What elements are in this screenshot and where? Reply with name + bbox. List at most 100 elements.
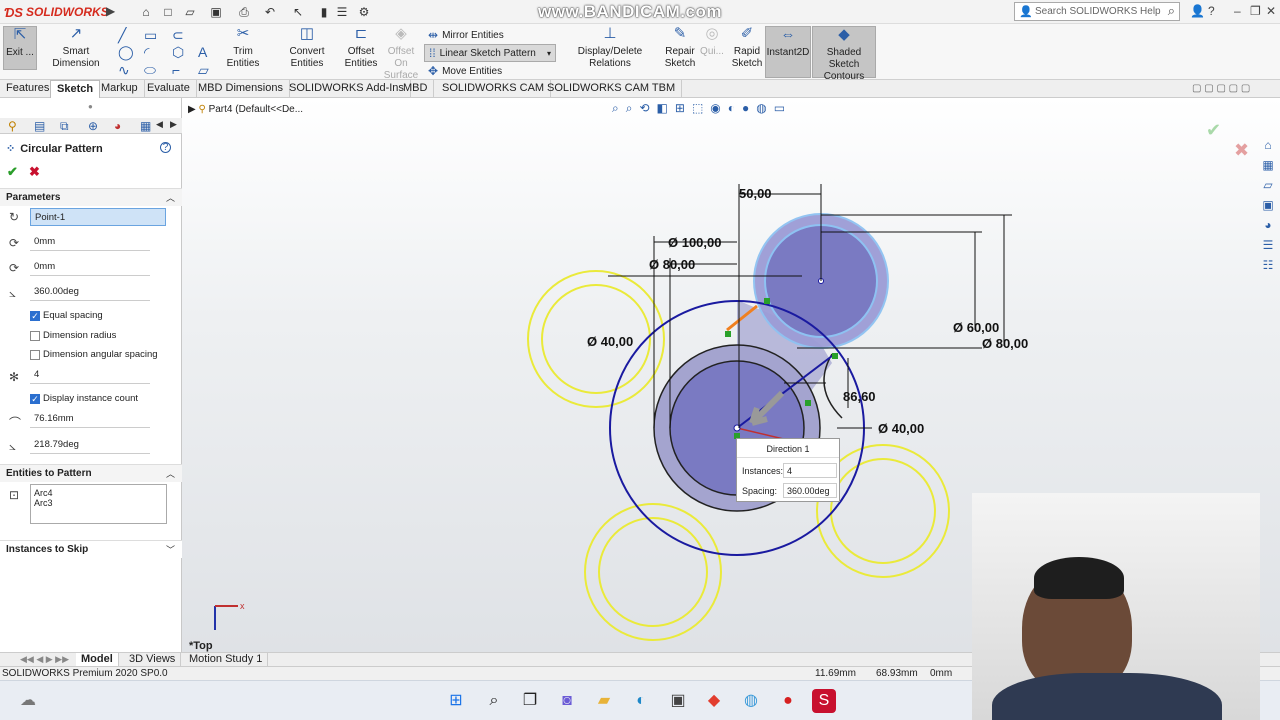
chrome-icon[interactable]: ◍ [739,689,763,713]
entities-to-pattern-section[interactable]: Entities to Pattern ︿ [0,464,182,482]
bandicam-icon[interactable]: ● [776,689,800,713]
ok-button[interactable]: ✔ [7,164,18,180]
mirror-entities-button[interactable]: ⇹ Mirror Entities [428,28,504,42]
instant2d-button[interactable]: ⇔ Instant2D [765,26,811,78]
solidworks-taskbar-icon[interactable]: S [812,689,836,713]
tab-solidworks-add-ins[interactable]: SOLIDWORKS Add-Ins [283,80,411,98]
instances-field[interactable]: 4 [30,366,150,384]
user-account-icon[interactable]: 👤 [1190,4,1205,18]
relation-marker[interactable] [805,400,811,406]
pattern-dropdown-icon[interactable]: ▾ [547,49,551,58]
feature-manager-icon[interactable]: ⚲ [8,119,17,133]
dimension-dia-40[interactable]: Ø 40,00 [587,334,633,349]
tab-model[interactable]: Model [76,653,119,667]
dimension-dia-100[interactable]: Ø 100,00 [668,235,722,250]
list-item[interactable]: Arc4 [34,488,163,498]
trim-entities-button[interactable]: ✂ Trim Entities [216,26,270,70]
panel-controls-icon[interactable]: ▢ ▢ ▢ ▢ ▢ [1192,83,1250,94]
entities-list[interactable]: Arc4 Arc3 [30,484,167,524]
home-icon[interactable]: ⌂ [138,4,154,20]
relation-marker[interactable] [832,353,838,359]
angle-field[interactable]: 360.00deg [30,283,150,301]
task-view-icon[interactable]: ❐ [518,689,542,713]
tab-markup[interactable]: Markup [95,80,145,98]
relation-marker[interactable] [764,298,770,304]
display-manager-icon[interactable]: ◕ [114,119,121,133]
dimension-dia-80[interactable]: Ø 80,00 [649,257,695,272]
tab-features[interactable]: Features [0,80,57,98]
collapse-icon[interactable]: ︿ [166,467,175,480]
expand-menu-icon[interactable]: ▶ [106,4,115,18]
line-icon[interactable]: ╱ [118,27,126,44]
spacing-popup-field[interactable]: 360.00deg [783,483,837,498]
rectangle-icon[interactable]: ▭ [144,27,157,44]
arc-angle-field[interactable]: 218.79deg [30,436,150,454]
offset-entities-button[interactable]: ⊏ Offset Entities [344,26,378,70]
center-point-field[interactable]: Point-1 [30,208,166,226]
rebuild-icon[interactable]: ▮ [316,4,332,20]
solidworks-logo[interactable]: ƊS SOLIDWORKS [4,3,109,21]
select-icon[interactable]: ↖ [290,4,306,20]
file-explorer-taskbar-icon[interactable]: ▰ [592,689,616,713]
dimension-angular-checkbox[interactable]: Dimension angular spacing [30,349,158,360]
print-icon[interactable]: ⎙ [236,4,252,20]
save-icon[interactable]: ▣ [208,4,224,20]
tab-scroll-icon[interactable]: ◀◀ ◀ ▶ ▶▶ [20,654,69,665]
property-manager-icon[interactable]: ▤ [34,119,45,133]
tab-sketch[interactable]: Sketch [50,80,101,98]
dimension-radius-checkbox[interactable]: Dimension radius [30,330,116,341]
scroll-left-icon[interactable]: ◀ [156,119,163,130]
offset-on-surface-button[interactable]: ◈ Offset On Surface [380,26,422,82]
quick-snaps-button[interactable]: ◎ Qui... [700,26,724,58]
panel-grip-icon[interactable]: ● [88,102,93,111]
close-icon[interactable]: ✕ [1266,4,1276,18]
tab-mbd-dimensions[interactable]: MBD Dimensions [192,80,290,98]
arc-icon[interactable]: ◜ [144,44,149,61]
radius-field[interactable]: 76.16mm [30,410,150,428]
tab-solidworks-cam[interactable]: SOLIDWORKS CAM [436,80,552,98]
expand-icon[interactable]: ﹀ [166,543,175,556]
cancel-button[interactable]: ✖ [29,164,40,180]
display-delete-relations-button[interactable]: ⊥ Display/Delete Relations [560,26,660,70]
options-gear-icon[interactable]: ⚙ [356,4,372,20]
scroll-right-icon[interactable]: ▶ [170,119,177,130]
edge-icon[interactable]: ◐ [629,689,653,713]
x-center-field[interactable]: 0mm [30,233,150,251]
collapse-icon[interactable]: ︿ [166,191,175,204]
fillet-icon[interactable]: ⌐ [172,62,180,78]
tab-evaluate[interactable]: Evaluate [141,80,197,98]
repair-sketch-button[interactable]: ✎ Repair Sketch [662,26,698,70]
relation-marker[interactable] [725,331,731,337]
search-input[interactable]: 👤 Search SOLIDWORKS Help ⌕ [1014,2,1180,21]
slot-icon[interactable]: ⊂ [172,27,184,44]
convert-entities-button[interactable]: ◫ Convert Entities [272,26,342,70]
display-instance-count-checkbox[interactable]: ✓ Display instance count [30,393,138,404]
search-icon[interactable]: ⌕ [1168,3,1175,19]
tab-3d-views[interactable]: 3D Views [124,653,182,667]
anydesk-icon[interactable]: ◆ [702,689,726,713]
dimension-86-60[interactable]: 86,60 [843,389,876,404]
move-entities-button[interactable]: ✥ Move Entities [428,64,502,78]
smart-dimension-button[interactable]: ↗ Smart Dimension [40,26,112,70]
cam-manager-icon[interactable]: ▦ [140,119,151,133]
new-file-icon[interactable]: □ [160,4,176,20]
polygon-icon[interactable]: ⬡ [172,44,184,61]
dimension-dia-80-right[interactable]: Ø 80,00 [982,336,1028,351]
dimension-50[interactable]: 50,00 [739,186,772,201]
spline-icon[interactable]: ∿ [118,62,130,79]
exit-sketch-button[interactable]: ⇱ Exit ... [3,26,37,70]
instances-popup-field[interactable]: 4 [783,463,837,478]
store-icon[interactable]: ▣ [666,689,690,713]
circle-icon[interactable]: ◯ [118,44,134,61]
start-icon[interactable]: ⊞ [444,689,468,713]
weather-icon[interactable]: ☁ [16,689,40,713]
list-item[interactable]: Arc3 [34,498,163,508]
restore-icon[interactable]: ❐ [1250,4,1261,18]
chat-icon[interactable]: ◙ [555,689,579,713]
dimxpert-manager-icon[interactable]: ⊕ [88,119,98,133]
y-center-field[interactable]: 0mm [30,258,150,276]
help-icon[interactable]: ? [1208,4,1215,18]
search-taskbar-icon[interactable]: ⌕ [482,689,506,713]
configuration-manager-icon[interactable]: ⧉ [60,119,69,134]
tab-mbd[interactable]: MBD [397,80,435,98]
